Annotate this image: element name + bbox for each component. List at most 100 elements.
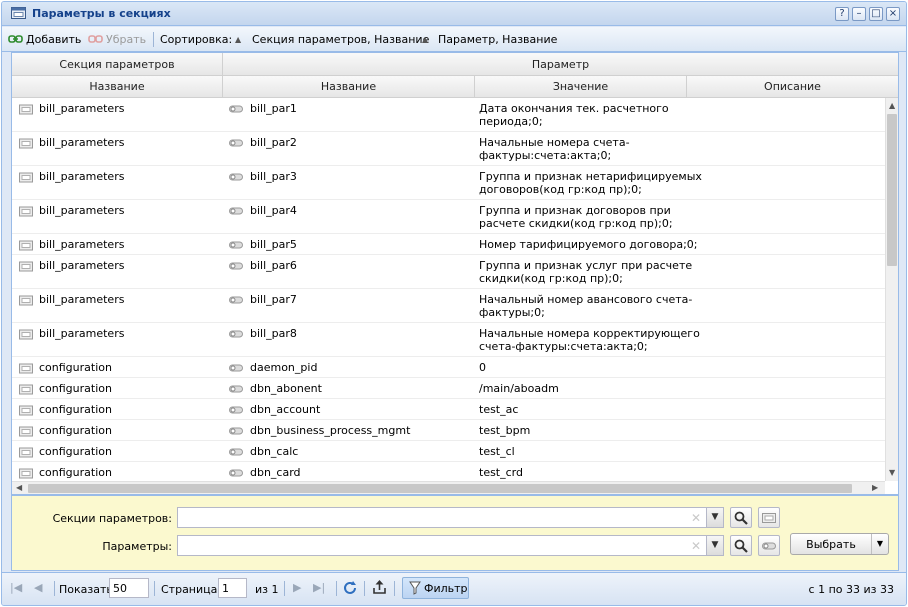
chevron-down-icon[interactable]: ▼ [706,508,723,527]
section-name-cell: bill_parameters [39,259,125,272]
param-name-cell: bill_par7 [250,293,297,306]
table-row[interactable]: configuration dbn_card test_crd [12,462,885,481]
param-value-cell: скидки(код гр:код пр);0; [479,272,623,285]
clear-icon[interactable]: ✕ [691,539,701,553]
close-button[interactable]: × [886,7,900,21]
section-name-cell: configuration [39,403,112,416]
table-row[interactable]: bill_parameters bill_par1 Дата окончания т… [12,98,885,132]
parameter-icon [229,469,243,477]
page-number-input[interactable]: 1 [218,578,247,598]
column-header-value[interactable]: Значение [475,76,687,97]
add-button[interactable]: Добавить [26,33,81,46]
search-icon [734,511,748,525]
parameters-window: Параметры в секциях ? – □ × Добавить Убр… [1,1,907,606]
section-name-cell: bill_parameters [39,238,125,251]
table-row[interactable]: bill_parameters bill_par6 Группа и признак… [12,255,885,289]
section-name-cell: configuration [39,466,112,479]
remove-link-icon [88,35,103,43]
filter-toggle-button[interactable]: Фильтр [402,577,469,599]
pager-separator [154,581,155,596]
title-bar[interactable]: Параметры в секциях ? – □ × [2,2,906,26]
pager-separator [394,581,395,596]
table-row[interactable]: bill_parameters bill_par4 Группа и признак… [12,200,885,234]
param-value-cell: test_crd [479,466,523,479]
horizontal-scrollbar[interactable]: ◀ ▶ [12,481,885,494]
param-value-cell: периода;0; [479,115,543,128]
param-value-cell: test_ac [479,403,519,416]
maximize-button[interactable]: □ [869,7,883,21]
section-icon [19,261,33,272]
chevron-down-icon[interactable]: ▼ [871,534,888,554]
remove-button[interactable]: Убрать [106,33,146,46]
filter-panel: Секции параметров: ✕ ▼ Параметры: ✕ ▼ Вы… [11,495,899,571]
section-icon [762,513,776,523]
table-row[interactable]: bill_parameters bill_par5 Номер тарифициру… [12,234,885,255]
sections-search-button[interactable] [730,507,752,528]
scroll-up-icon[interactable]: ▲ [889,101,895,111]
select-button-label: Выбрать [806,538,856,551]
chevron-down-icon[interactable]: ▼ [706,536,723,555]
column-header-param-name[interactable]: Название [223,76,475,97]
table-row[interactable]: configuration dbn_abonent/main/aboadm [12,378,885,399]
params-combo[interactable]: ✕ ▼ [177,535,724,556]
minimize-button[interactable]: – [852,7,866,21]
horizontal-scroll-thumb[interactable] [28,484,852,493]
params-select-button[interactable] [758,535,780,556]
sort-section-button[interactable]: Секция параметров, Название [252,33,429,46]
params-search-button[interactable] [730,535,752,556]
parameter-icon [229,330,243,338]
param-value-cell: Начальный номер авансового счета- [479,293,693,306]
last-page-icon[interactable]: ▶| [313,581,325,594]
toolbar-separator [153,32,154,47]
group-header-row: Секция параметров Параметр [12,53,898,76]
parameter-icon [229,262,243,270]
prev-page-icon[interactable]: ◀ [34,581,42,594]
first-page-icon[interactable]: |◀ [10,581,22,594]
param-value-cell: Дата окончания тек. расчетного [479,102,669,115]
scroll-right-icon[interactable]: ▶ [872,483,878,493]
scroll-left-icon[interactable]: ◀ [16,483,22,493]
help-button[interactable]: ? [835,7,849,21]
sections-select-button[interactable] [758,507,780,528]
vertical-scrollbar[interactable]: ▲ ▼ [885,98,898,481]
table-row[interactable]: configuration dbn_account test_ac [12,399,885,420]
column-header-description[interactable]: Описание [687,76,898,97]
param-name-cell: bill_par5 [250,238,297,251]
section-icon [19,295,33,306]
table-row[interactable]: configuration dbn_calc test_cl [12,441,885,462]
param-name-cell: dbn_business_process_mgmt [250,424,411,437]
export-icon[interactable] [372,579,387,595]
section-name-cell: bill_parameters [39,204,125,217]
param-value-cell: Номер тарифицируемого договора;0; [479,238,698,251]
sort-asc-icon: ▲ [235,35,242,44]
clear-icon[interactable]: ✕ [691,511,701,525]
select-button[interactable]: Выбрать ▼ [790,533,889,555]
parameter-icon [229,241,243,249]
refresh-icon[interactable] [342,580,358,596]
table-row[interactable]: configuration dbn_business_process_mgmt te… [12,420,885,441]
sort-asc-icon: ▲ [422,35,429,44]
section-name-cell: bill_parameters [39,170,125,183]
page-size-label: Показать [59,583,113,596]
section-name-cell: configuration [39,424,112,437]
vertical-scroll-thumb[interactable] [887,114,897,266]
page-size-input[interactable]: 50 [109,578,149,598]
pager-separator [54,581,55,596]
sort-param-button[interactable]: Параметр, Название [438,33,557,46]
page-label: Страница [161,583,218,596]
table-row[interactable]: bill_parameters bill_par7 Начальный номер … [12,289,885,323]
param-value-cell: test_bpm [479,424,531,437]
table-row[interactable]: configuration daemon_pid 0 [12,357,885,378]
records-summary: с 1 по 33 из 33 [808,583,894,596]
section-name-cell: bill_parameters [39,327,125,340]
scroll-down-icon[interactable]: ▼ [889,468,895,478]
column-header-section-name[interactable]: Название [12,76,223,97]
next-page-icon[interactable]: ▶ [293,581,301,594]
table-row[interactable]: bill_parameters bill_par3 Группа и признак… [12,166,885,200]
parameter-icon [229,427,243,435]
param-value-cell: Группа и признак нетарифицируемых [479,170,702,183]
filter-button-label: Фильтр [424,582,468,595]
table-row[interactable]: bill_parameters bill_par2 Начальные номера… [12,132,885,166]
table-row[interactable]: bill_parameters bill_par8 Начальные номера… [12,323,885,357]
sections-combo[interactable]: ✕ ▼ [177,507,724,528]
